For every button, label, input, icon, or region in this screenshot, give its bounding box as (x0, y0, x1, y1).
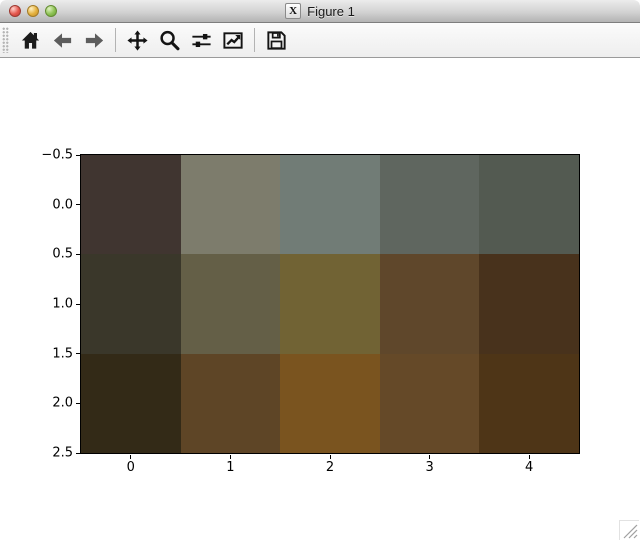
y-tick-label: 1.5 (52, 346, 73, 361)
heatmap-cell-r2c0 (81, 354, 181, 453)
heatmap-cell-r2c1 (181, 354, 281, 453)
y-tick-label: 0.0 (52, 197, 73, 212)
y-tick-mark (76, 155, 80, 156)
sliders-icon (190, 29, 213, 52)
heatmap-cell-r1c2 (280, 254, 380, 353)
x-tick-mark (230, 455, 231, 459)
x-tick-mark (130, 455, 131, 459)
y-tick-mark (76, 353, 80, 354)
x-tick-label: 0 (127, 460, 135, 475)
heatmap-cell-r0c4 (479, 155, 579, 254)
heatmap-cell-r1c1 (181, 254, 281, 353)
home-button[interactable] (15, 25, 45, 55)
y-tick-label: 2.5 (52, 446, 73, 461)
figure-canvas[interactable]: −0.5 0.0 0.5 1.0 1.5 2.0 2.5 0 1 2 3 4 (0, 58, 640, 541)
y-tick-mark (76, 453, 80, 454)
pan-move-icon (126, 29, 149, 52)
heatmap-cell-r1c4 (479, 254, 579, 353)
heatmap-cell-r0c1 (181, 155, 281, 254)
toolbar-separator (254, 28, 255, 52)
y-tick-label: 1.0 (52, 297, 73, 312)
heatmap-cell-r0c3 (380, 155, 480, 254)
x-tick-mark (330, 455, 331, 459)
figure-window: X Figure 1 (0, 0, 640, 541)
heatmap-cell-r2c3 (380, 354, 480, 453)
y-tick-mark (76, 403, 80, 404)
y-tick-label: 2.0 (52, 396, 73, 411)
x-tick-mark (429, 455, 430, 459)
y-tick-mark (76, 254, 80, 255)
x-tick-label: 3 (425, 460, 433, 475)
title-group: X Figure 1 (0, 0, 640, 22)
configure-subplots-button[interactable] (186, 25, 216, 55)
resize-grip[interactable] (619, 520, 639, 540)
x-tick-label: 4 (525, 460, 533, 475)
line-chart-icon (222, 29, 245, 52)
heatmap-cell-r1c3 (380, 254, 480, 353)
back-arrow-icon (51, 29, 74, 52)
floppy-disk-icon (265, 29, 288, 52)
x-tick-label: 2 (326, 460, 334, 475)
forward-button[interactable] (79, 25, 109, 55)
toolbar-separator (115, 28, 116, 52)
axes-area: −0.50.00.51.01.52.02.5 01234 (80, 154, 580, 454)
heatmap-grid (81, 155, 579, 453)
navigation-toolbar (0, 23, 640, 58)
pan-button[interactable] (122, 25, 152, 55)
home-icon (19, 29, 42, 52)
zoom-to-rect-button[interactable] (154, 25, 184, 55)
heatmap-cell-r2c2 (280, 354, 380, 453)
resize-grip-icon (620, 521, 639, 540)
edit-parameters-button[interactable] (218, 25, 248, 55)
back-button[interactable] (47, 25, 77, 55)
x-tick-mark (529, 455, 530, 459)
heatmap-cell-r0c2 (280, 155, 380, 254)
magnifier-icon (158, 29, 181, 52)
y-tick-mark (76, 304, 80, 305)
toolbar-drag-handle[interactable] (2, 27, 9, 53)
heatmap-cell-r1c0 (81, 254, 181, 353)
titlebar[interactable]: X Figure 1 (0, 0, 640, 23)
x11-app-icon: X (285, 3, 301, 19)
heatmap-cell-r0c0 (81, 155, 181, 254)
y-tick-mark (76, 204, 80, 205)
heatmap-cell-r2c4 (479, 354, 579, 453)
y-tick-label: −0.5 (41, 148, 73, 163)
x-tick-label: 1 (226, 460, 234, 475)
window-title: Figure 1 (307, 4, 355, 19)
forward-arrow-icon (83, 29, 106, 52)
y-tick-label: 0.5 (52, 247, 73, 262)
save-button[interactable] (261, 25, 291, 55)
